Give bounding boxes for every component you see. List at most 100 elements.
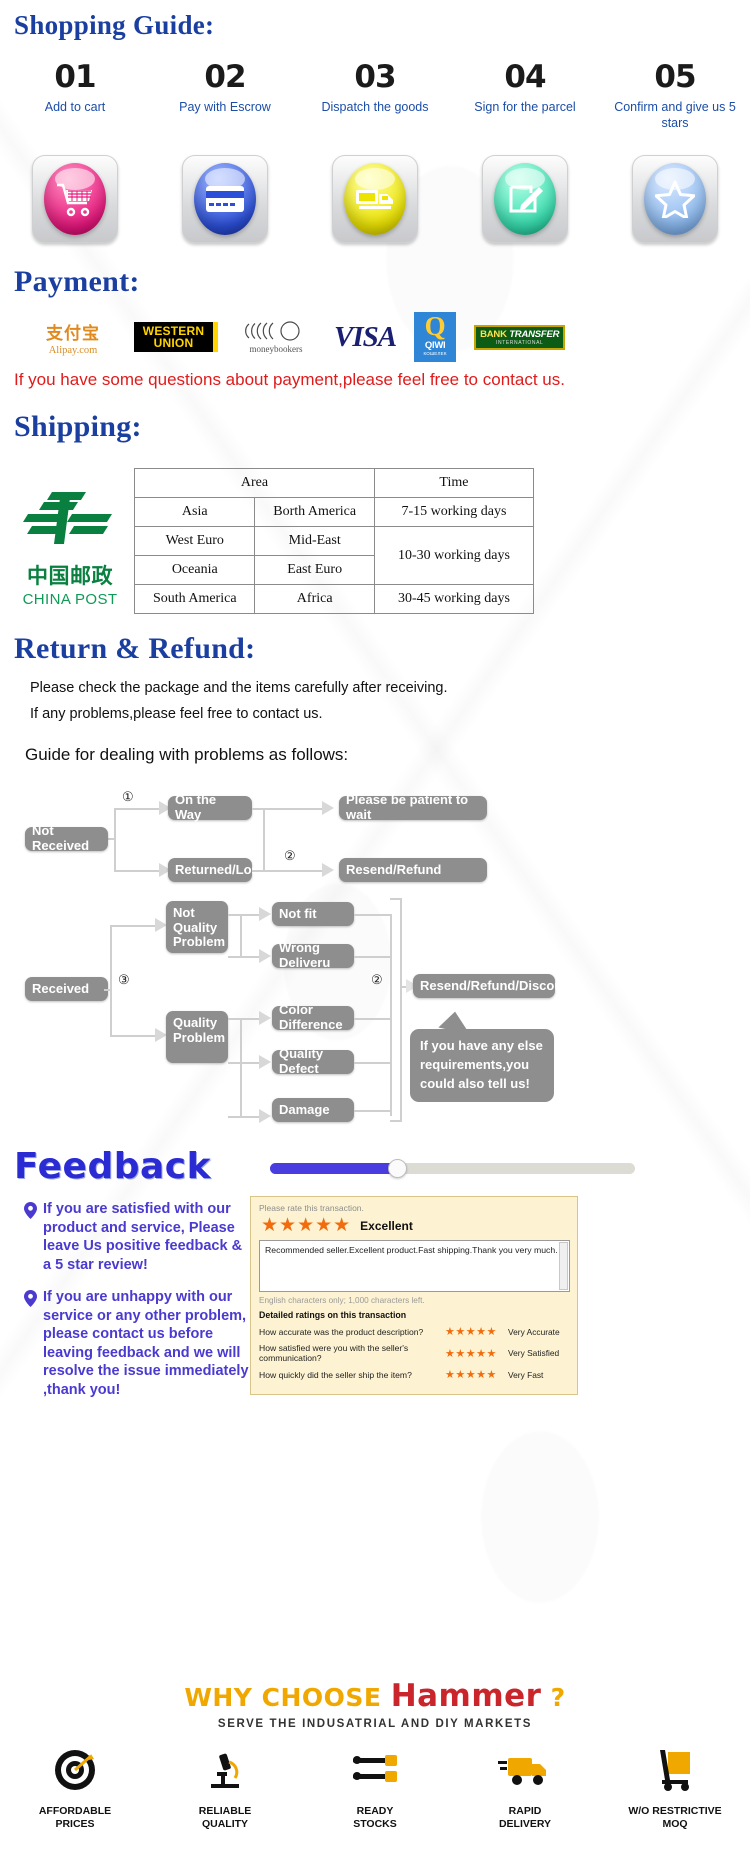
header-time: Time — [373, 468, 535, 498]
feature-label: AFFORDABLE PRICES — [38, 1805, 112, 1830]
step-number: 05 — [654, 59, 696, 95]
step-5: 05 Confirm and give us 5 stars — [600, 62, 750, 131]
feature-label: RELIABLE QUALITY — [198, 1805, 252, 1830]
connector — [252, 808, 327, 810]
detail-label: Very Satisfied — [508, 1348, 560, 1358]
cell-time: 7-15 working days — [373, 497, 535, 527]
truck-icon — [344, 163, 406, 235]
shipping-table: Area Time Asia Borth America 7-15 workin… — [133, 468, 535, 614]
detail-stars[interactable]: ★★★★★ — [445, 1368, 503, 1381]
detail-label: Very Fast — [508, 1369, 544, 1380]
detail-stars[interactable]: ★★★★★ — [445, 1325, 503, 1338]
flow-box-returned-lost: Returned/Lost — [168, 858, 263, 882]
flow-box-not-quality-problem: Not Quality Problem — [166, 901, 228, 953]
character-note: English characters only; 1,000 character… — [259, 1296, 425, 1305]
feature-label: W/O RESTRICTIVE MOQ — [628, 1805, 722, 1830]
flow-box-please-wait: Please be patient to wait — [339, 793, 487, 822]
shopping-guide-steps: 01 Add to cart 02 Pay with Escrow 03 Dis… — [0, 62, 750, 131]
cell-area-a: Oceania — [133, 555, 256, 585]
icon-cell-1 — [0, 155, 150, 243]
connector — [240, 914, 242, 956]
feature-affordable-prices: AFFORDABLE PRICES — [0, 1748, 150, 1830]
flow-box-resend-refund-discount: Resend/Refund/Discount — [413, 974, 575, 998]
table-row: South America Africa 30-45 working days — [133, 584, 535, 614]
connector — [110, 925, 112, 1035]
bubble-tail — [438, 1008, 474, 1035]
feedback-notes: If you are satisfied with our product an… — [24, 1200, 249, 1413]
rating-label: Excellent — [360, 1218, 413, 1233]
flow-box-label: Not Quality Problem — [173, 905, 226, 950]
arrow-icon — [259, 1109, 271, 1123]
icon-cell-4 — [450, 155, 600, 243]
connector — [354, 956, 392, 958]
review-form: Please rate this transaction. ★★★★★ Exce… — [250, 1196, 578, 1395]
step-number: 04 — [504, 59, 546, 95]
icon-tile — [32, 155, 118, 243]
cell-area-b: East Euro — [254, 555, 375, 585]
flow-bubble-note: If you have any else requirements,you co… — [410, 1008, 554, 1102]
connector — [114, 808, 162, 810]
cell-area-b: Mid-East — [254, 526, 375, 556]
arrow-icon — [322, 863, 334, 877]
hand-truck-icon — [660, 1750, 690, 1791]
feature-ready-stocks: READY STOCKS — [300, 1748, 450, 1830]
flow-bubble-text: If you have any else requirements,you co… — [420, 1038, 543, 1091]
wu-line2: UNION — [153, 336, 194, 350]
shopping-guide-title: Shopping Guide: — [14, 10, 215, 40]
rating-stars[interactable]: ★★★★★ — [261, 1216, 351, 1235]
return-refund-line1: Please check the package and the items c… — [30, 680, 448, 696]
flow-mark-two: ② — [284, 848, 296, 863]
flow-box-not-received: Not Received — [25, 824, 108, 853]
feature-label: READY STOCKS — [353, 1805, 397, 1830]
qiwi-sub: КОШЕЛЕК — [423, 350, 447, 356]
connector — [104, 989, 112, 991]
cell-area-a: West Euro — [133, 526, 256, 556]
icon-tile — [182, 155, 268, 243]
why-choose-banner: WHY CHOOSE Hammer ? SERVE THE INDUSATRIA… — [0, 1678, 750, 1730]
why-pre: WHY CHOOSE — [184, 1683, 391, 1712]
step-label: Sign for the parcel — [474, 100, 576, 114]
detail-question: How satisfied were you with the seller's… — [259, 1343, 409, 1363]
connector — [354, 1018, 392, 1020]
review-comment-box[interactable]: Recommended seller.Excellent product.Fas… — [259, 1240, 570, 1292]
problem-flowchart: ① On the Way Returned/Lost Not Received … — [0, 780, 750, 1130]
icon-tile — [482, 155, 568, 243]
shipping-title: Shipping: — [14, 410, 142, 443]
footer-features: AFFORDABLE PRICES RELIABLE QUALITY READY… — [0, 1748, 750, 1830]
feature-label: RAPID DELIVERY — [498, 1805, 552, 1830]
connector — [110, 925, 158, 927]
alipay-en: Alipay.com — [48, 344, 98, 356]
payment-logos: 支付宝 Alipay.com WESTERN UNION moneybooker… — [30, 312, 730, 362]
return-refund-title: Return & Refund: — [14, 632, 256, 665]
flow-box-color-difference: Color Difference — [272, 1003, 354, 1032]
brand-name: Hammer — [390, 1678, 542, 1714]
tools-icon — [353, 1755, 397, 1782]
guide-heading: Guide for dealing with problems as follo… — [25, 745, 349, 764]
location-pin-icon — [24, 1290, 37, 1399]
detail-stars[interactable]: ★★★★★ — [445, 1347, 503, 1360]
payment-title: Payment: — [14, 265, 140, 298]
qiwi-logo: Q QIWI КОШЕЛЕК — [414, 312, 457, 362]
cell-area-a: South America — [133, 584, 256, 614]
step-label: Dispatch the goods — [321, 100, 429, 114]
connector — [108, 838, 116, 840]
table-header-row: Area Time — [134, 468, 535, 498]
connector — [354, 1062, 392, 1064]
arrow-icon — [259, 907, 271, 921]
connector — [114, 870, 162, 872]
step-3: 03 Dispatch the goods — [300, 62, 450, 131]
alipay-logo: 支付宝 Alipay.com — [30, 319, 116, 356]
cell-area-b: Borth America — [254, 497, 375, 527]
flow-box-label: Quality Problem — [173, 1015, 226, 1045]
feedback-slider[interactable] — [270, 1159, 635, 1178]
flow-box-on-the-way: On the Way — [168, 793, 252, 822]
china-post-mark — [23, 492, 112, 544]
flow-box-received: Received — [25, 977, 108, 1001]
step-label: Confirm and give us 5 stars — [614, 100, 736, 130]
why-choose-title: WHY CHOOSE Hammer ? — [0, 1678, 750, 1714]
truck-icon — [498, 1758, 546, 1785]
footer-tagline: SERVE THE INDUSATRIAL AND DIY MARKETS — [217, 1718, 533, 1730]
scrollbar[interactable] — [559, 1242, 568, 1290]
slider-knob[interactable] — [388, 1159, 407, 1178]
china-post-logo: 中国邮政 CHINA POST — [14, 490, 126, 608]
